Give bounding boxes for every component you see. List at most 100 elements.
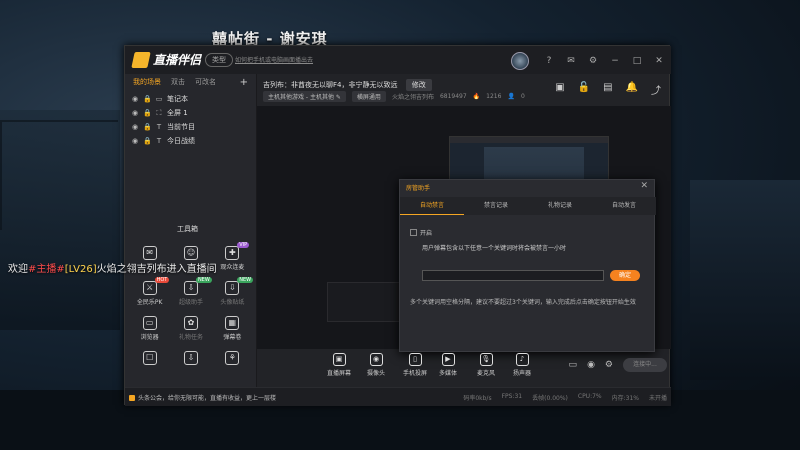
tool-icon: ▦ [225, 316, 240, 330]
control-button[interactable]: ◉ 摄像头 [367, 353, 385, 377]
tab-double-click[interactable]: 双击 [171, 77, 185, 87]
tool-badge: HOT [154, 277, 170, 283]
toolbox-item[interactable]: ☐ [129, 351, 170, 367]
scene-name: 全屏 1 [167, 109, 188, 117]
memory: 内存:31% [611, 395, 639, 402]
eye-icon[interactable]: ◉ [131, 109, 139, 117]
enable-checkbox[interactable]: 开启 [410, 228, 432, 237]
minimize-icon[interactable]: − [609, 56, 621, 66]
toolbox-label: 工具箱 [177, 225, 198, 233]
toolbox-item[interactable]: ▦ 弹幕卷 [212, 316, 253, 341]
tab-auto-mute[interactable]: 自动禁言 [400, 197, 464, 215]
chat-prefix: 欢迎 [8, 264, 28, 275]
list-item[interactable]: ◉ 🔒 ▭ 笔记本 [131, 92, 250, 106]
lock-icon[interactable]: 🔒 [143, 95, 152, 103]
background-window-right [690, 180, 800, 380]
tool-icon: ✉ [142, 246, 157, 260]
tab-gift-log[interactable]: 礼物记录 [528, 197, 592, 215]
type-button[interactable]: 类型 [205, 53, 233, 67]
gear-icon[interactable]: ⚙ [605, 360, 613, 370]
tool-label: 头像贴纸 [220, 299, 245, 306]
control-button[interactable]: ♪ 扬声器 [513, 353, 531, 377]
avatar[interactable] [511, 52, 529, 70]
modify-title-button[interactable]: 修改 [405, 79, 432, 91]
tool-icon: ☺ [183, 246, 198, 260]
toolbox-item[interactable]: ⇩ [170, 351, 211, 367]
howto-link[interactable]: 如何把手机或电脑画面播出去 [235, 55, 313, 64]
announcement[interactable]: 头条公会，给你无限可能，直播有收益，更上一层楼 [129, 393, 276, 402]
toolbox-item[interactable]: ⇩ NEW 超级助手 [170, 277, 212, 306]
status-bar: 头条公会，给你无限可能，直播有收益，更上一层楼 码率0kb/s FPS:31 丢… [125, 387, 671, 406]
category-select[interactable]: 主机其他游戏 - 主机其他 ✎ [263, 91, 346, 102]
header-tools: ▣ 🔓 ▤ 🔔 ⤴ [555, 82, 661, 97]
layout-icon[interactable]: ▤ [603, 82, 612, 97]
background-branches [0, 120, 118, 230]
drop-frames: 丢帧(0.00%) [532, 395, 568, 402]
message-icon[interactable]: ✉ [565, 56, 577, 66]
bell-icon[interactable]: 🔔 [626, 82, 638, 97]
tool-badge: NEW [237, 277, 254, 283]
start-live-button[interactable]: 连接中... [623, 358, 667, 372]
help-icon[interactable]: ? [543, 56, 555, 66]
bottom-controls: ▭ ◉ ⚙ 连接中... ▣ 直播屏幕 ◉ 摄像头 ▯ 手机投屏 ▶ 多媒体 🎙 麦克风 ♪ 扬声器 [257, 349, 671, 387]
fire-count: 1216 [486, 93, 502, 100]
tool-label: 弹幕卷 [223, 334, 242, 341]
control-button[interactable]: ▣ 直播屏幕 [327, 353, 351, 377]
tab-rename[interactable]: 可改名 [195, 77, 216, 87]
nested-bar [450, 137, 608, 143]
unlock-icon[interactable]: 🔓 [578, 82, 590, 97]
room-header: 吉列布：非酋夜无以聊F4，非宁静无以致远 修改 主机其他游戏 - 主机其他 ✎ … [257, 74, 671, 106]
list-item[interactable]: ◉ 🔒 ⛶ 全屏 1 [131, 106, 250, 120]
titlebar-icons: ? ✉ ⚙ − □ ✕ [511, 52, 665, 70]
record-icon[interactable]: ▭ [569, 360, 578, 370]
fire-icon: 🔥 [472, 93, 481, 100]
announce-text: 头条公会，给你无限可能，直播有收益，更上一层楼 [138, 395, 277, 402]
app-titlebar: 直播伴侣 类型 如何把手机或电脑画面播出去 ? ✉ ⚙ − □ ✕ [125, 46, 671, 74]
view-icon[interactable]: ◉ [587, 360, 595, 370]
control-button[interactable]: 🎙 麦克风 [477, 353, 495, 377]
tab-auto-speak[interactable]: 自动发言 [592, 197, 656, 215]
toolbox-item[interactable]: ⚘ [212, 351, 253, 367]
orientation-pill[interactable]: 横屏通用 [351, 91, 386, 102]
control-icon: ▶ [441, 353, 455, 366]
toolbox-item[interactable]: ✚ VIP 观众连麦 [212, 242, 253, 271]
control-button[interactable]: ▶ 多媒体 [439, 353, 457, 377]
settings-icon[interactable]: ⚙ [587, 56, 599, 66]
toolbox-item[interactable]: ✿ 礼物任务 [170, 316, 211, 341]
tab-my-scenes[interactable]: 我的场景 [133, 77, 161, 87]
admin-assistant-dialog: 房管助手 ✕ 自动禁言 禁言记录 礼物记录 自动发言 开启 用户弹幕包含以下任意… [399, 179, 656, 352]
toolbox-item[interactable]: ⇩ NEW 头像贴纸 [212, 277, 254, 306]
room-info: 主机其他游戏 - 主机其他 ✎ 横屏通用 火焰之翎吉列布 6819497 🔥 1… [263, 91, 525, 102]
eye-icon[interactable]: ◉ [131, 95, 139, 103]
room-title: 吉列布：非酋夜无以聊F4，非宁静无以致远 [263, 81, 398, 89]
control-icon: ◉ [369, 353, 383, 366]
close-icon[interactable]: ✕ [640, 181, 648, 191]
share-icon[interactable]: ⤴ [651, 82, 661, 97]
toolbox-item[interactable]: ▭ 浏览器 [129, 316, 170, 341]
eye-icon[interactable]: ◉ [131, 137, 139, 145]
scene-list: ◉ 🔒 ▭ 笔记本 ◉ 🔒 ⛶ 全屏 1 ◉ 🔒 T 当前节目 ◉ 🔒 T 今日… [125, 90, 256, 150]
eye-icon[interactable]: ◉ [131, 123, 139, 131]
toolbox-item[interactable]: ⚔ HOT 全民乐PK [129, 277, 170, 306]
confirm-button[interactable]: 确定 [610, 270, 640, 281]
tab-mute-log[interactable]: 禁言记录 [464, 197, 528, 215]
dialog-title: 房管助手 [406, 185, 431, 192]
camera-icon[interactable]: ▣ [555, 82, 564, 97]
scene-name: 笔记本 [167, 95, 188, 103]
keyword-input[interactable] [422, 270, 604, 281]
preview-area[interactable]: 互动屏幕摄像头手机投屏多媒体麦克风扬声器 房管助手 ✕ 自动禁言 禁言记录 礼物… [257, 106, 671, 352]
control-button[interactable]: ▯ 手机投屏 [403, 353, 427, 377]
close-icon[interactable]: ✕ [653, 56, 665, 66]
lock-icon[interactable]: 🔒 [143, 123, 152, 131]
tool-icon: ⚔ [142, 281, 157, 295]
add-scene-button[interactable]: + [240, 77, 248, 88]
lock-icon[interactable]: 🔒 [143, 109, 152, 117]
list-item[interactable]: ◉ 🔒 T 今日战绩 [131, 134, 250, 148]
chat-role: #主播# [28, 264, 65, 275]
maximize-icon[interactable]: □ [631, 56, 643, 66]
checkbox-box[interactable] [410, 229, 417, 236]
lock-icon[interactable]: 🔒 [143, 137, 152, 145]
control-icon: ▣ [332, 353, 346, 366]
room-owner: 火焰之翎吉列布 [391, 94, 434, 101]
list-item[interactable]: ◉ 🔒 T 当前节目 [131, 120, 250, 134]
